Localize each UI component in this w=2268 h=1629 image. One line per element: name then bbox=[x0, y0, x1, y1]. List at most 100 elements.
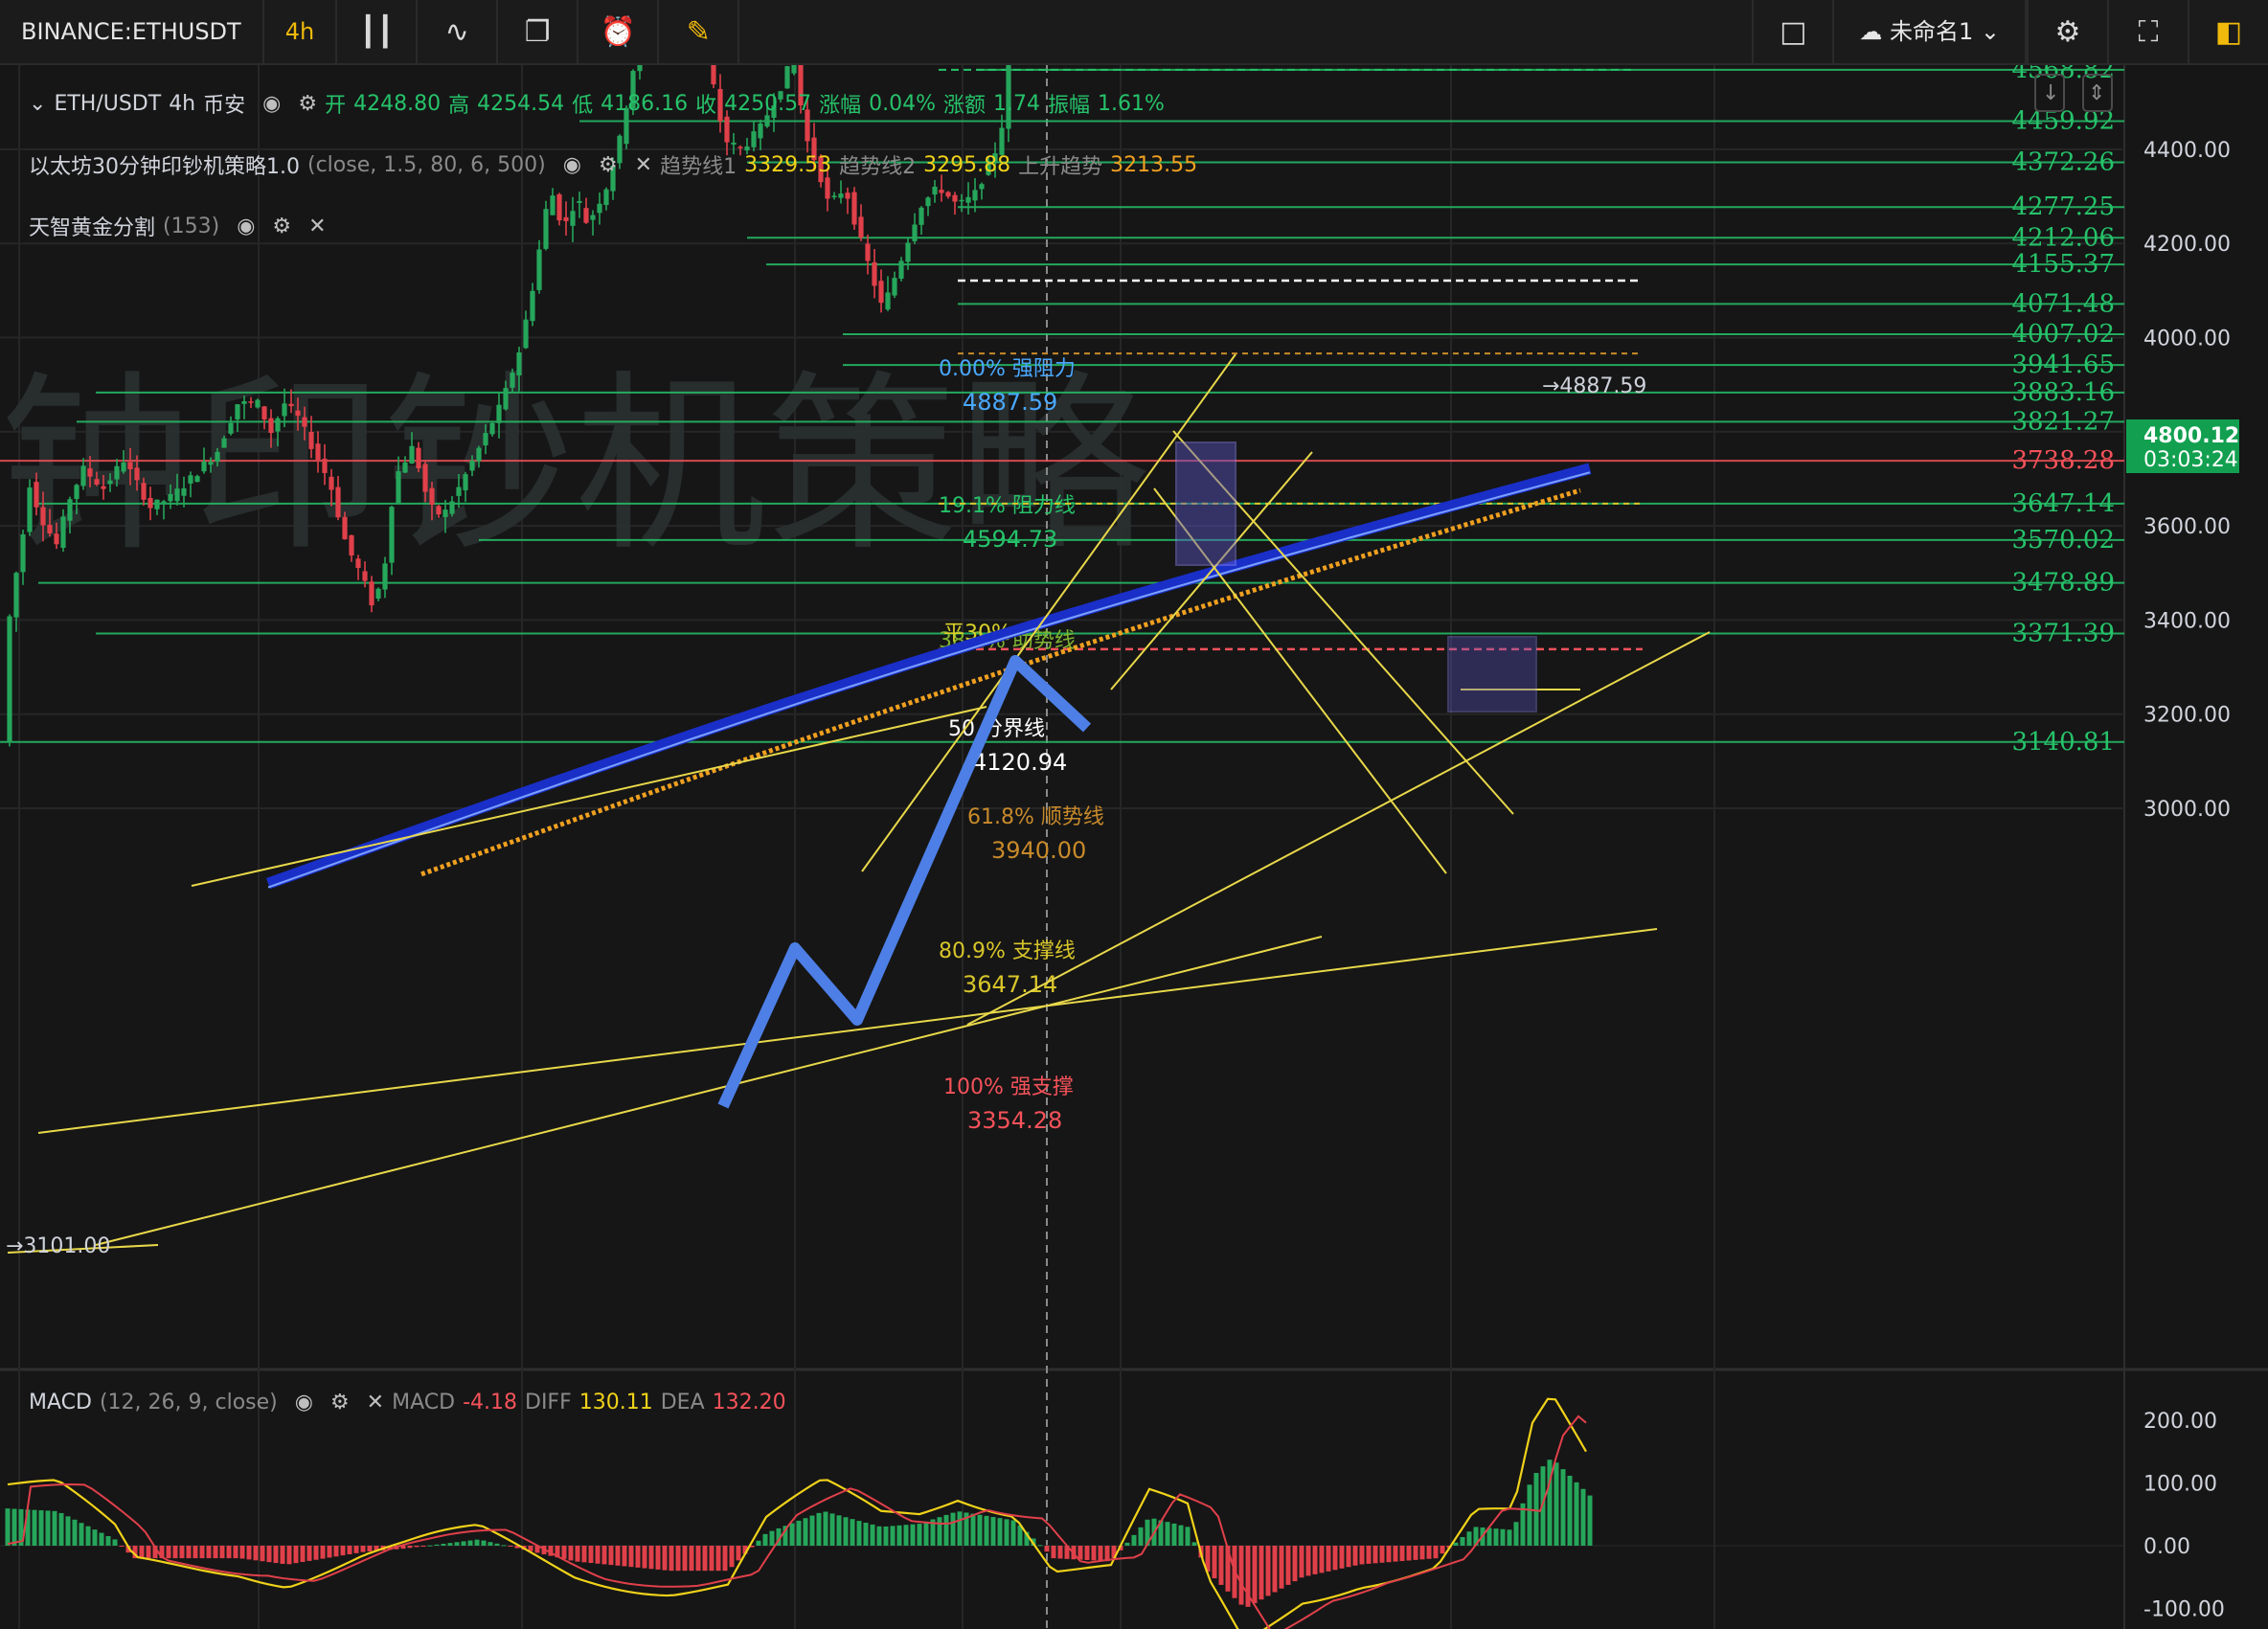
macd-hist-bar bbox=[1010, 1520, 1016, 1546]
macd-hist-bar bbox=[1466, 1531, 1472, 1546]
macd-hist-bar bbox=[635, 1546, 641, 1568]
candle-icon[interactable]: ┃┃ bbox=[337, 0, 419, 63]
alert-icon[interactable]: ⏰ bbox=[578, 0, 660, 63]
candle-body bbox=[858, 216, 864, 238]
legend-interval: 4h bbox=[169, 91, 196, 116]
macd-hist-bar bbox=[1426, 1546, 1432, 1559]
gear-icon[interactable]: ⚙ bbox=[298, 92, 317, 116]
macd-hist-bar bbox=[11, 1508, 17, 1546]
eye-icon[interactable]: ◉ bbox=[563, 153, 581, 177]
candle-body bbox=[523, 319, 529, 349]
macd-hist-bar bbox=[568, 1546, 574, 1561]
candle-body bbox=[101, 486, 106, 489]
fullscreen-icon[interactable]: ⛶ bbox=[2107, 0, 2188, 63]
macd-hist-bar bbox=[769, 1530, 775, 1546]
level-label: 4277.25 bbox=[2011, 192, 2115, 221]
macd-hist-bar bbox=[1386, 1546, 1392, 1563]
candle-body bbox=[208, 462, 214, 465]
macd-hist-bar bbox=[615, 1546, 621, 1566]
eye-icon[interactable]: ◉ bbox=[262, 92, 281, 116]
close-icon[interactable]: ✕ bbox=[308, 215, 326, 238]
settings-icon[interactable]: ⚙ bbox=[2027, 0, 2107, 63]
macd-hist-bar bbox=[816, 1512, 822, 1546]
macd-hist-bar bbox=[1413, 1546, 1418, 1560]
macd-hist-bar bbox=[92, 1529, 98, 1546]
macd-hist-bar bbox=[407, 1546, 413, 1549]
macd-hist-bar bbox=[79, 1523, 84, 1546]
eye-icon[interactable]: ◉ bbox=[237, 215, 255, 238]
fib-pct-label: 61.8% 顺势线 bbox=[967, 805, 1104, 829]
candle-body bbox=[972, 190, 978, 201]
macd-hist-bar bbox=[213, 1546, 218, 1559]
candle-body bbox=[496, 404, 502, 423]
close-label: 收 bbox=[695, 94, 717, 118]
price-tick-label: 3400.00 bbox=[2143, 609, 2231, 633]
macd-hist-bar bbox=[595, 1546, 601, 1564]
symbol-selector[interactable]: BINANCE:ETHUSDT bbox=[0, 0, 264, 63]
macd-hist-bar bbox=[957, 1511, 963, 1546]
macd-hist-bar bbox=[146, 1546, 151, 1559]
legend-pair: ETH/USDT bbox=[54, 91, 162, 116]
macd-hist-bar bbox=[447, 1543, 453, 1546]
fib-price-label: 4887.59 bbox=[963, 389, 1057, 416]
pane-icon: ⇕ bbox=[2088, 81, 2105, 105]
macd-hist-bar bbox=[166, 1546, 171, 1559]
trend2-value: 3295.88 bbox=[923, 152, 1011, 177]
high-value: 4254.54 bbox=[477, 91, 565, 116]
macd-hist-bar bbox=[58, 1512, 64, 1546]
eye-icon[interactable]: ◉ bbox=[295, 1391, 313, 1414]
candle-body bbox=[831, 195, 837, 197]
macd-hist-bar bbox=[414, 1546, 420, 1548]
candle-body bbox=[925, 197, 931, 207]
candle-body bbox=[758, 124, 763, 139]
layout-square-icon[interactable]: □ bbox=[1752, 0, 1832, 63]
gear-icon[interactable]: ⚙ bbox=[330, 1391, 350, 1414]
macd-hist-bar bbox=[1433, 1546, 1439, 1559]
price-tick-label: 4000.00 bbox=[2143, 328, 2231, 351]
price-legend: ⌄ ETH/USDT 4h 币安 ◉ ⚙ 开 4248.80 高 4254.54… bbox=[29, 88, 1165, 119]
macd-hist-bar bbox=[1037, 1545, 1043, 1547]
close-icon[interactable]: ✕ bbox=[635, 153, 652, 177]
gear-icon[interactable]: ⚙ bbox=[272, 215, 291, 238]
macd-hist-bar bbox=[762, 1533, 768, 1546]
level-label: 3371.39 bbox=[2011, 619, 2115, 647]
panel-icon[interactable]: ◧ bbox=[2188, 0, 2268, 63]
fib-pct-label: 0.00% 强阻力 bbox=[939, 357, 1076, 381]
macd-hist-bar bbox=[105, 1536, 111, 1546]
indicator2-name: 天智黄金分割 bbox=[29, 216, 156, 240]
macd-hist-bar bbox=[1057, 1546, 1063, 1559]
macd-hist-bar bbox=[1326, 1546, 1331, 1572]
interval-selector[interactable]: 4h bbox=[264, 0, 338, 63]
compare-icon[interactable]: ❐ bbox=[498, 0, 579, 63]
collapse-chevron-icon[interactable]: ⌄ bbox=[29, 92, 46, 116]
candle-body bbox=[556, 193, 562, 221]
candle-body bbox=[885, 292, 891, 310]
candle-body bbox=[215, 451, 220, 463]
macd-hist-bar bbox=[601, 1546, 607, 1565]
drawing-icon[interactable]: ✎ bbox=[659, 0, 740, 63]
indicator-icon[interactable]: ∿ bbox=[418, 0, 499, 63]
candle-body bbox=[34, 482, 39, 508]
macd-hist-bar bbox=[1212, 1546, 1217, 1579]
price-axis-background bbox=[2126, 65, 2268, 1629]
layout-name-button[interactable]: ☁ 未命名1 ⌄ bbox=[1832, 0, 2027, 63]
candle-body bbox=[597, 203, 602, 214]
gear-icon[interactable]: ⚙ bbox=[599, 153, 618, 177]
level-label: 3140.81 bbox=[2011, 728, 2115, 757]
close-icon[interactable]: ✕ bbox=[367, 1391, 384, 1414]
macd-hist-bar bbox=[870, 1524, 875, 1546]
candle-body bbox=[409, 445, 415, 464]
macd-value-label: MACD bbox=[392, 1391, 456, 1414]
candle-body bbox=[335, 486, 341, 518]
macd-hist-bar bbox=[1513, 1522, 1519, 1546]
macd-hist-bar bbox=[1419, 1546, 1425, 1560]
macd-hist-bar bbox=[467, 1540, 473, 1546]
macd-hist-bar bbox=[1305, 1546, 1311, 1576]
macd-hist-bar bbox=[1580, 1488, 1586, 1546]
price-chart[interactable]: 3000.003200.003400.003600.003800.004000.… bbox=[0, 0, 2268, 1629]
macd-hist-bar bbox=[441, 1543, 446, 1546]
macd-hist-bar bbox=[1406, 1546, 1412, 1561]
indicator1-name: 以太坊30分钟印钞机策略1.0 bbox=[29, 155, 300, 179]
macd-hist-bar bbox=[1138, 1527, 1144, 1546]
macd-hist-bar bbox=[1359, 1546, 1365, 1565]
